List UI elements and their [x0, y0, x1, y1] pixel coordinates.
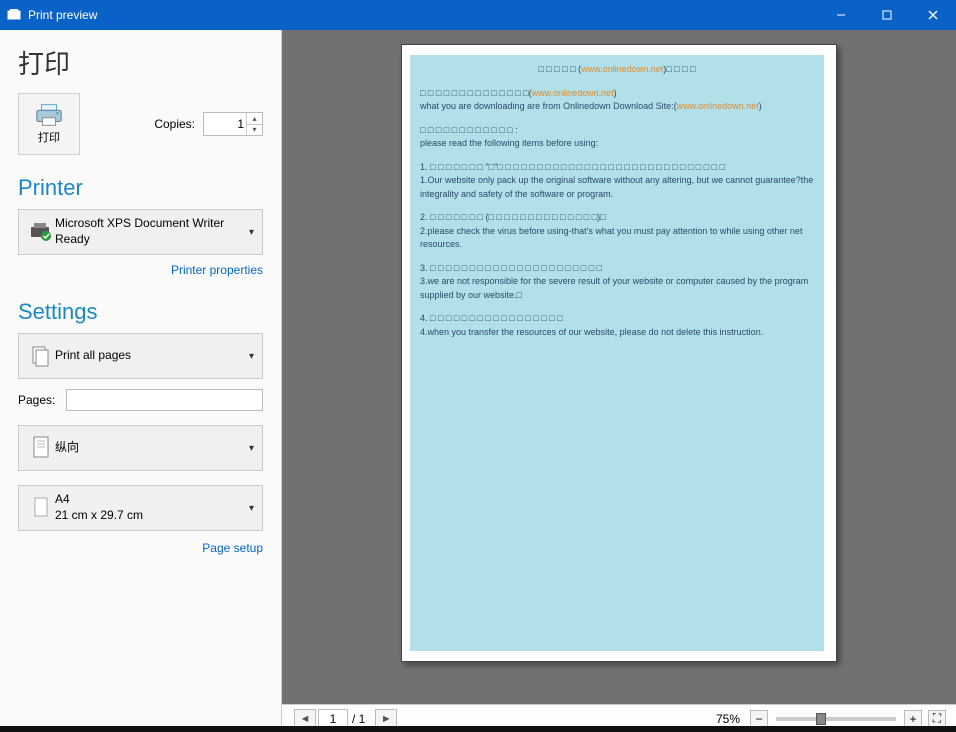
paper-size-dropdown[interactable]: A4 21 cm x 29.7 cm ▾	[18, 485, 263, 531]
pages-input[interactable]	[66, 389, 263, 411]
close-button[interactable]	[910, 0, 956, 30]
chevron-down-icon: ▾	[249, 443, 254, 454]
page-icon	[27, 495, 55, 521]
zoom-slider[interactable]	[776, 717, 896, 721]
zoom-level-label: 75%	[716, 712, 740, 726]
zoom-slider-knob[interactable]	[816, 713, 826, 725]
doc-text: )	[614, 88, 617, 98]
orientation-label: 纵向	[55, 440, 249, 456]
print-settings-panel: 打印 打印 Copies: ▴▾ Printer	[0, 30, 282, 732]
pages-icon	[27, 344, 55, 368]
chevron-down-icon[interactable]: ▾	[246, 125, 262, 136]
printer-section-heading: Printer	[18, 175, 263, 201]
print-heading: 打印	[18, 44, 263, 81]
printer-status: Ready	[55, 232, 249, 248]
orientation-dropdown[interactable]: 纵向 ▾	[18, 425, 263, 471]
taskbar	[0, 726, 956, 732]
printer-status-icon	[27, 221, 55, 243]
print-range-label: Print all pages	[55, 348, 249, 364]
doc-text: 2. □ □ □ □ □ □ □ (□ □ □ □ □ □ □ □ □ □ □ …	[420, 211, 814, 225]
doc-text: 3. □ □ □ □ □ □ □ □ □ □ □ □ □ □ □ □ □ □ □…	[420, 262, 814, 276]
doc-text: □ □ □ □ □ (	[539, 64, 582, 74]
zoom-out-button[interactable]: −	[750, 710, 768, 728]
doc-url: www.onlinedown.net	[677, 101, 759, 111]
maximize-button[interactable]	[864, 0, 910, 30]
doc-text: 4.when you transfer the resources of our…	[420, 326, 814, 340]
chevron-down-icon: ▾	[249, 351, 254, 362]
doc-text: please read the following items before u…	[420, 137, 814, 151]
doc-text: )□ □ □ □	[663, 64, 695, 74]
doc-text: 2.please check the virus before using-th…	[420, 225, 814, 252]
doc-text: 3.we are not responsible for the severe …	[420, 275, 814, 302]
doc-text: what you are downloading are from Online…	[420, 101, 677, 111]
doc-text: 1.Our website only pack up the original …	[420, 174, 814, 201]
minimize-button[interactable]	[818, 0, 864, 30]
printer-name: Microsoft XPS Document Writer	[55, 216, 249, 232]
paper-name: A4	[55, 492, 249, 508]
preview-canvas[interactable]: □ □ □ □ □ (www.onlinedown.net)□ □ □ □ □ …	[282, 30, 956, 704]
document-content: □ □ □ □ □ (www.onlinedown.net)□ □ □ □ □ …	[410, 55, 824, 651]
pages-label: Pages:	[18, 393, 66, 407]
total-pages-label: / 1	[352, 712, 365, 726]
preview-page: □ □ □ □ □ (www.onlinedown.net)□ □ □ □ □ …	[401, 44, 837, 662]
print-button[interactable]: 打印	[18, 93, 80, 155]
copies-label: Copies:	[154, 117, 195, 131]
window-title: Print preview	[28, 8, 97, 22]
doc-text: □ □ □ □ □ □ □ □ □ □ □ □ □ □(	[420, 88, 532, 98]
copies-spinner[interactable]: ▴▾	[246, 113, 262, 135]
page-setup-link[interactable]: Page setup	[202, 541, 263, 555]
chevron-down-icon: ▾	[249, 503, 254, 514]
settings-section-heading: Settings	[18, 299, 263, 325]
preview-pane: □ □ □ □ □ (www.onlinedown.net)□ □ □ □ □ …	[282, 30, 956, 732]
print-range-dropdown[interactable]: Print all pages ▾	[18, 333, 263, 379]
portrait-icon	[27, 435, 55, 461]
doc-text: )	[759, 101, 762, 111]
paper-dimensions: 21 cm x 29.7 cm	[55, 508, 249, 524]
chevron-down-icon: ▾	[249, 227, 254, 238]
printer-properties-link[interactable]: Printer properties	[171, 263, 263, 277]
printer-dropdown[interactable]: Microsoft XPS Document Writer Ready ▾	[18, 209, 263, 255]
doc-text: 4. □ □ □ □ □ □ □ □ □ □ □ □ □ □ □ □ □	[420, 312, 814, 326]
doc-url: www.onlinedown.net	[581, 64, 663, 74]
zoom-in-button[interactable]: +	[904, 710, 922, 728]
doc-text: □ □ □ □ □ □ □ □ □ □ □ □ :	[420, 124, 814, 138]
title-bar: Print preview	[0, 0, 956, 30]
printer-icon	[34, 103, 64, 127]
fit-page-button[interactable]: ⛶	[928, 710, 946, 728]
print-button-label: 打印	[38, 129, 60, 145]
doc-url: www.onlinedown.net	[532, 88, 614, 98]
app-icon	[6, 7, 22, 23]
doc-text: 1. □ □ □ □ □ □ □ "□"□ □ □ □ □ □ □ □ □ □ …	[420, 161, 814, 175]
chevron-up-icon[interactable]: ▴	[246, 113, 262, 125]
